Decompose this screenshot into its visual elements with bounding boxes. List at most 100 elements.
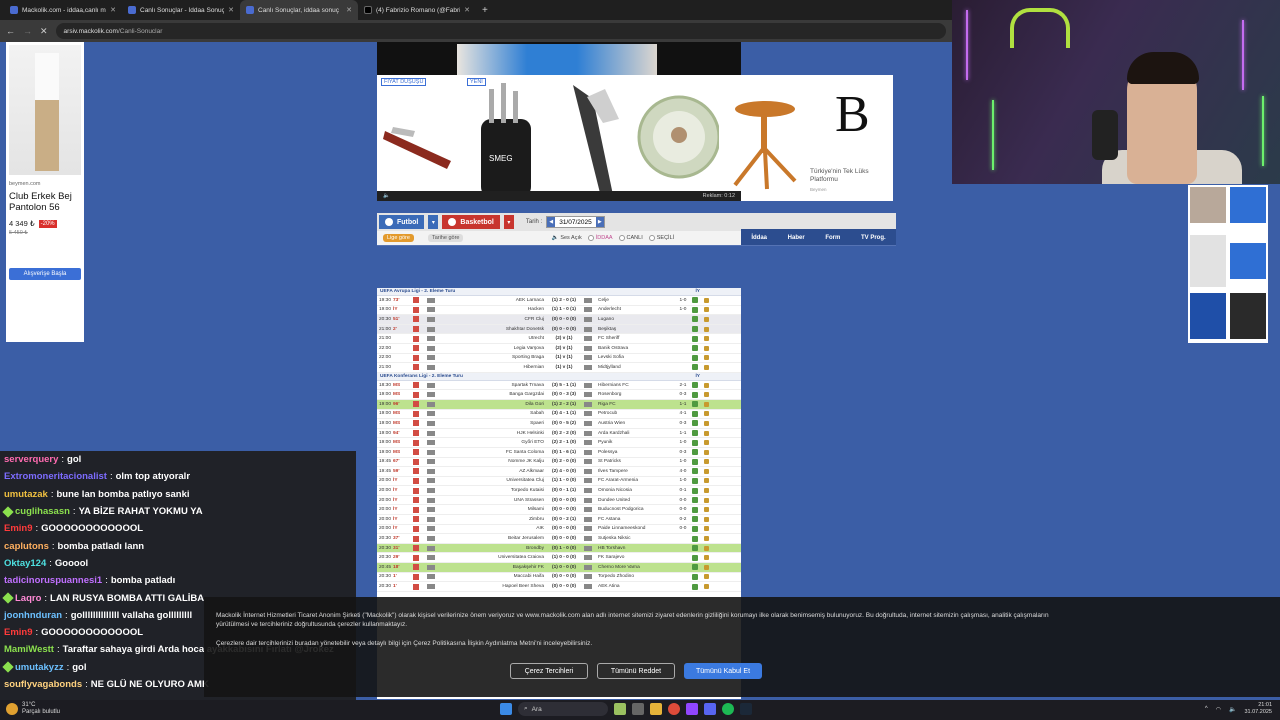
match-row[interactable]: 22:00 Legia Varşova (2) v (1) Banik Ostrava [377, 344, 741, 354]
stop-loading-icon[interactable]: ✕ [40, 26, 48, 37]
tab-iddaa[interactable]: İddaa [751, 235, 767, 241]
faucet-thumb[interactable] [1190, 235, 1226, 287]
top-ad-banner[interactable]: FIYAT DÜŞÜŞÜ YENİ SMEG B Türkiye'nin Tek… [377, 75, 893, 201]
match-score[interactable]: (2) 2 - 1 (0) [544, 440, 584, 445]
match-row[interactable]: 19:00 94' HJK Helsinki (0) 2 - 2 (0) Arda Ka… [377, 429, 741, 439]
home-team[interactable]: Spartak Trnava [439, 383, 544, 388]
home-team[interactable]: Universitatea Cluj [439, 478, 544, 483]
home-team[interactable]: Hibernian [439, 365, 544, 370]
stats-icon[interactable] [692, 382, 698, 389]
stats-icon[interactable] [692, 564, 698, 571]
match-score[interactable]: (1) 0 - 0 (0) [544, 565, 584, 570]
stats-icon[interactable] [692, 439, 698, 446]
match-row[interactable]: 20:00 İY Torpedo Kutaisi (0) 0 - 1 (1) Omoni… [377, 486, 741, 496]
home-team[interactable]: Universitatea Craiova [439, 555, 544, 560]
basketball-button[interactable]: Basketbol [442, 215, 500, 229]
away-team[interactable]: Ilves Tampere [598, 469, 674, 474]
stats-icon[interactable] [692, 458, 698, 465]
home-team[interactable]: Shakhtar Donetsk [439, 327, 544, 332]
home-team[interactable]: FC Santa Coloma [439, 450, 544, 455]
match-score[interactable]: (0) 0 - 1 (1) [544, 488, 584, 493]
match-row[interactable]: 19:00 MS Győri ETO (2) 2 - 1 (0) Pyunik 1-0 [377, 438, 741, 448]
stats-icon[interactable] [692, 554, 698, 561]
tab-tv-prog[interactable]: TV Prog. [861, 235, 886, 241]
home-team[interactable]: Hacken [439, 307, 544, 312]
browser-tab[interactable]: (4) Fabrizio Romano (@Fabrizio ✕ [358, 0, 476, 20]
favorite-icon[interactable] [704, 545, 709, 551]
match-score[interactable]: (2) v (1) [544, 346, 584, 351]
match-score[interactable]: (0) 1 - 6 (1) [544, 450, 584, 455]
away-team[interactable]: FC Astana [598, 517, 674, 522]
stats-icon[interactable] [692, 477, 698, 484]
forward-arrow-icon[interactable]: → [23, 26, 32, 36]
away-team[interactable]: Anderlecht [598, 307, 674, 312]
match-score[interactable]: (0) 0 - 3 (3) [544, 392, 584, 397]
football-button[interactable]: Futbol [379, 215, 425, 229]
corkscrew-product-image[interactable] [379, 79, 461, 197]
stats-icon[interactable] [692, 345, 698, 352]
match-row[interactable]: 20:30 1' Hapoel Beer Sheva (0) 0 - 0 (0) AEK… [377, 582, 741, 592]
favorite-icon[interactable] [704, 488, 709, 494]
favorite-icon[interactable] [704, 459, 709, 465]
stats-icon[interactable] [692, 545, 698, 552]
knife-block-product-image[interactable]: SMEG [467, 79, 549, 197]
match-score[interactable]: (1) 2 - 2 (1) [544, 402, 584, 407]
sort-by-league-button[interactable]: Lige göre [383, 234, 414, 242]
match-row[interactable]: 20:30 1' Maccabi Haifa (0) 0 - 0 (0) Torpedo… [377, 573, 741, 583]
favorite-icon[interactable] [704, 584, 709, 590]
close-tab-icon[interactable]: ✕ [346, 6, 352, 14]
stats-icon[interactable] [692, 410, 698, 417]
league-header[interactable]: UEFA Avrupa Ligi - 2. Eleme Turu İY [377, 288, 741, 296]
stats-icon[interactable] [692, 306, 698, 313]
steam-icon[interactable] [740, 703, 752, 715]
away-team[interactable]: Levski Sofia [598, 355, 674, 360]
match-row[interactable]: 20:30 31' Brondby (0) 1 - 0 (0) HB Torshavn [377, 543, 741, 554]
match-row[interactable]: 21:00 Hibernian (1) v (1) Midtjylland [377, 363, 741, 373]
chrome-icon[interactable] [668, 703, 680, 715]
cookie-preferences-button[interactable]: Çerez Tercihleri [510, 663, 588, 679]
match-row[interactable]: 20:30 51' CFR Cluj (0) 0 - 0 (0) Lugano [377, 315, 741, 325]
stats-icon[interactable] [692, 391, 698, 398]
match-row[interactable]: 20:00 İY Milsami (0) 0 - 0 (0) Buducnost Pod… [377, 505, 741, 516]
sort-by-date-button[interactable]: Tarihe göre [427, 234, 464, 242]
windows-start-icon[interactable] [500, 703, 512, 715]
stats-icon[interactable] [692, 583, 698, 590]
chat-username[interactable]: umutakyzz [15, 662, 64, 673]
away-team[interactable]: Austria Wien [598, 421, 674, 426]
away-team[interactable]: Paide Linnameeskond [598, 526, 674, 531]
stats-icon[interactable] [692, 525, 698, 532]
spotify-icon[interactable] [722, 703, 734, 715]
browser-tab-active[interactable]: Canlı Sonuçlar, iddaa sonuç ✕ [240, 0, 358, 20]
favorite-icon[interactable] [704, 411, 709, 417]
stats-icon[interactable] [692, 487, 698, 494]
browser-tab[interactable]: Mackolik.com - iddaa,canlı maç ✕ [4, 0, 122, 20]
home-team[interactable]: UNA Strassen [439, 498, 544, 503]
away-team[interactable]: FK Sarajevo [598, 555, 674, 560]
match-score[interactable]: (3) 5 - 1 (1) [544, 383, 584, 388]
away-team[interactable]: Omonia Nicosia [598, 488, 674, 493]
prev-date-icon[interactable]: ◀ [547, 217, 556, 227]
home-team[interactable]: AZ Alkmaar [439, 469, 544, 474]
home-team[interactable]: Brondby [439, 546, 544, 551]
favorite-icon[interactable] [704, 382, 709, 388]
home-team[interactable]: Dila Gori [439, 402, 544, 407]
stats-icon[interactable] [692, 316, 698, 323]
match-score[interactable]: (0) 0 - 0 (0) [544, 507, 584, 512]
favorite-icon[interactable] [704, 564, 709, 570]
home-team[interactable]: Beitar Jerusalem [439, 536, 544, 541]
chat-username[interactable]: tadicinoruspuannesi1 [4, 575, 102, 586]
stats-icon[interactable] [692, 354, 698, 361]
match-score[interactable]: (0) 0 - 0 (0) [544, 498, 584, 503]
home-team[interactable]: HJK Helsinki [439, 431, 544, 436]
secili-filter[interactable]: SEÇİLİ [648, 235, 674, 241]
match-score[interactable]: (0) 0 - 0 (0) [544, 536, 584, 541]
wifi-icon[interactable]: ◠ [1216, 706, 1221, 713]
away-team[interactable]: Sutjeska Niksic [598, 536, 674, 541]
volume-icon[interactable]: 🔈 [383, 193, 390, 199]
favorite-icon[interactable] [704, 449, 709, 455]
stool-product-image[interactable] [723, 79, 805, 197]
home-team[interactable]: Sporting Braga [439, 355, 544, 360]
favorite-icon[interactable] [704, 392, 709, 398]
chat-username[interactable]: MamiWestt [4, 644, 54, 655]
match-score[interactable]: (1) 0 - 0 (0) [544, 555, 584, 560]
